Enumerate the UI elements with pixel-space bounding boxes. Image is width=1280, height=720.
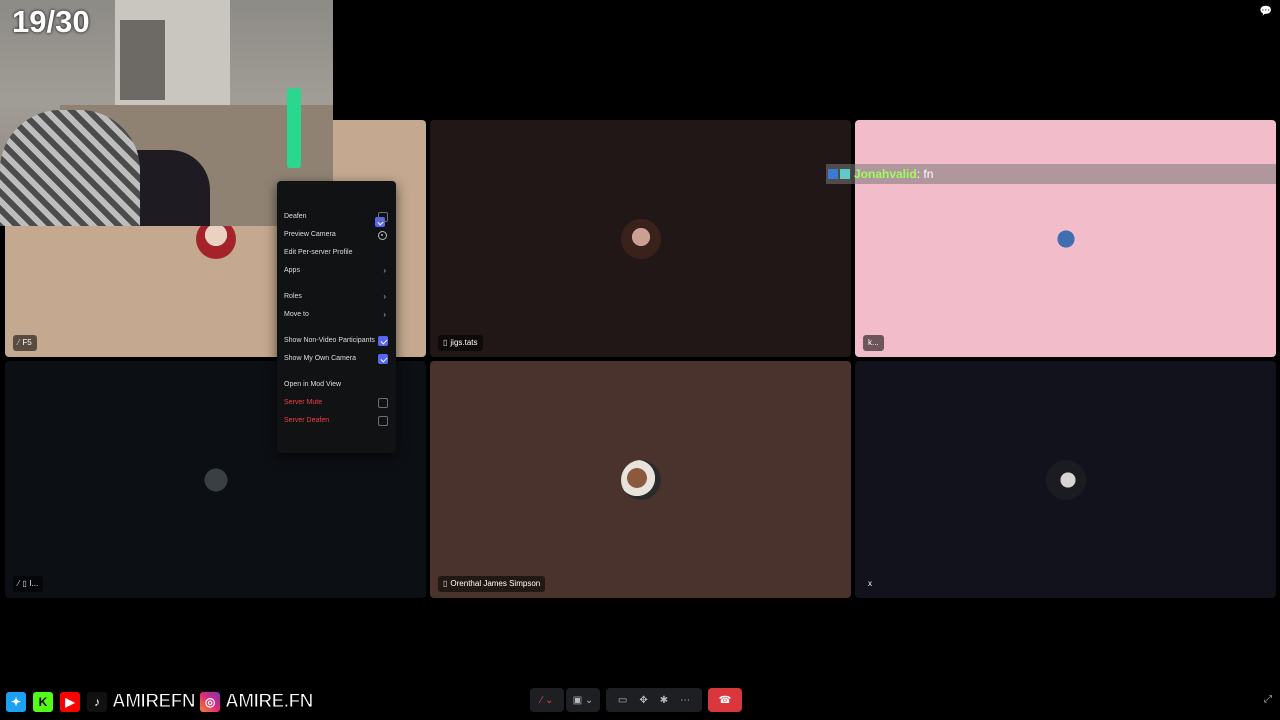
participant-nametag: ▯ Orenthal James Simpson bbox=[438, 576, 546, 592]
server-deafen-checkbox[interactable] bbox=[378, 416, 388, 426]
participant-name: Orenthal James Simpson bbox=[450, 579, 541, 588]
participant-nametag: ⁄ ▯ l... bbox=[13, 576, 44, 592]
show-non-video-checkbox[interactable] bbox=[378, 336, 388, 346]
participant-name: l... bbox=[29, 579, 39, 588]
participant-name: jigs.tats bbox=[450, 338, 478, 347]
mute-mic-button[interactable]: ⁄ ⌄ bbox=[530, 688, 564, 712]
activities-icon[interactable]: ✥ bbox=[639, 695, 647, 706]
menu-item-server-deafen[interactable]: Server Deafen bbox=[282, 412, 391, 430]
menu-separator bbox=[285, 327, 388, 328]
social-banner: ✦ K ▶ ♪ AMIREFN ◎ AMIRE.FN bbox=[4, 689, 314, 715]
menu-item-deafen[interactable]: Deafen bbox=[282, 208, 391, 226]
server-mute-checkbox[interactable] bbox=[378, 398, 388, 408]
youtube-icon: ▶ bbox=[58, 690, 82, 714]
social-handle-instagram: AMIRE.FN bbox=[225, 691, 314, 713]
menu-item-show-non-video[interactable]: Show Non-Video Participants bbox=[282, 332, 391, 350]
mobile-icon: ▯ bbox=[22, 579, 27, 588]
participant-name: x bbox=[868, 579, 872, 588]
tiktok-icon: ♪ bbox=[85, 690, 109, 714]
kick-icon: K bbox=[31, 690, 55, 714]
menu-item-server-mute[interactable]: Server Mute bbox=[282, 394, 391, 412]
chat-badge-icon bbox=[840, 169, 850, 179]
call-toolbar: ⁄ ⌄ ▣ ⌄ ▭ ✥ ✱ ⋯ ☎ bbox=[530, 688, 742, 712]
chat-username: Jonahvalid bbox=[854, 167, 917, 181]
counter-overlay: 19/30 bbox=[12, 4, 90, 39]
user-avatar bbox=[620, 218, 661, 259]
menu-item-show-own-camera[interactable]: Show My Own Camera bbox=[282, 350, 391, 368]
screen-share-icon[interactable]: ▭ bbox=[618, 695, 627, 706]
deafen-checkbox[interactable] bbox=[378, 212, 388, 222]
participant-nametag: k... bbox=[863, 335, 884, 351]
video-tile-k[interactable]: k... bbox=[855, 120, 1276, 357]
menu-item-edit-profile[interactable]: Edit Per-server Profile bbox=[282, 244, 391, 262]
menu-separator bbox=[285, 283, 388, 284]
participant-name: k... bbox=[868, 338, 879, 347]
menu-item-open-mod-view[interactable]: Open in Mod View bbox=[282, 376, 391, 394]
menu-item-preview-camera[interactable]: Preview Camera bbox=[282, 226, 391, 244]
participant-context-menu: Deafen Preview Camera Edit Per-server Pr… bbox=[277, 181, 396, 453]
show-own-camera-checkbox[interactable] bbox=[378, 354, 388, 364]
eye-icon bbox=[378, 230, 387, 240]
user-avatar bbox=[1053, 226, 1078, 251]
video-tile-jigs-tats[interactable]: ▯ jigs.tats bbox=[430, 120, 851, 357]
user-avatar bbox=[620, 459, 661, 500]
webcam-door bbox=[120, 20, 165, 100]
participant-nametag: ⁄ F5 bbox=[13, 335, 37, 351]
instagram-icon: ◎ bbox=[198, 690, 223, 714]
webcam-neon-sign bbox=[287, 88, 301, 168]
participant-nametag: x bbox=[863, 576, 877, 592]
user-avatar bbox=[1045, 459, 1086, 500]
social-handle-primary: AMIREFN bbox=[111, 691, 196, 713]
twitter-icon: ✦ bbox=[4, 690, 28, 714]
chevron-right-icon: › bbox=[383, 310, 386, 319]
chevron-right-icon: › bbox=[383, 292, 386, 301]
activity-controls: ▭ ✥ ✱ ⋯ bbox=[606, 688, 702, 712]
webcam-person-head bbox=[0, 110, 140, 226]
menu-separator bbox=[285, 371, 388, 372]
video-tile-orenthal[interactable]: ▯ Orenthal James Simpson bbox=[430, 361, 851, 598]
chat-badge-icon bbox=[828, 169, 838, 179]
menu-item-move-to[interactable]: Move to › bbox=[282, 306, 391, 324]
mobile-icon: ▯ bbox=[443, 579, 448, 588]
mute-mic-icon: ⁄ bbox=[18, 338, 20, 347]
disconnect-button[interactable]: ☎ bbox=[708, 688, 742, 712]
menu-item-apps[interactable]: Apps › bbox=[282, 262, 391, 280]
video-tile-x[interactable]: x bbox=[855, 361, 1276, 598]
participant-name: F5 bbox=[22, 338, 32, 347]
fullscreen-icon[interactable]: ⤢ bbox=[1264, 694, 1272, 705]
mobile-icon: ▯ bbox=[443, 338, 448, 347]
participant-nametag: ▯ jigs.tats bbox=[438, 335, 483, 351]
chat-message: : fn bbox=[916, 167, 934, 181]
chevron-right-icon: › bbox=[383, 266, 386, 275]
user-avatar bbox=[195, 459, 236, 500]
mute-mic-icon: ⁄ bbox=[18, 579, 20, 588]
camera-button[interactable]: ▣ ⌄ bbox=[566, 688, 600, 712]
more-options-icon[interactable]: ⋯ bbox=[680, 695, 690, 706]
chat-bubble-icon[interactable]: 💬 bbox=[1260, 6, 1272, 17]
chat-overlay-line: Jonahvalid : fn bbox=[826, 164, 1276, 184]
menu-item-roles[interactable]: Roles › bbox=[282, 288, 391, 306]
soundboard-icon[interactable]: ✱ bbox=[660, 695, 668, 706]
